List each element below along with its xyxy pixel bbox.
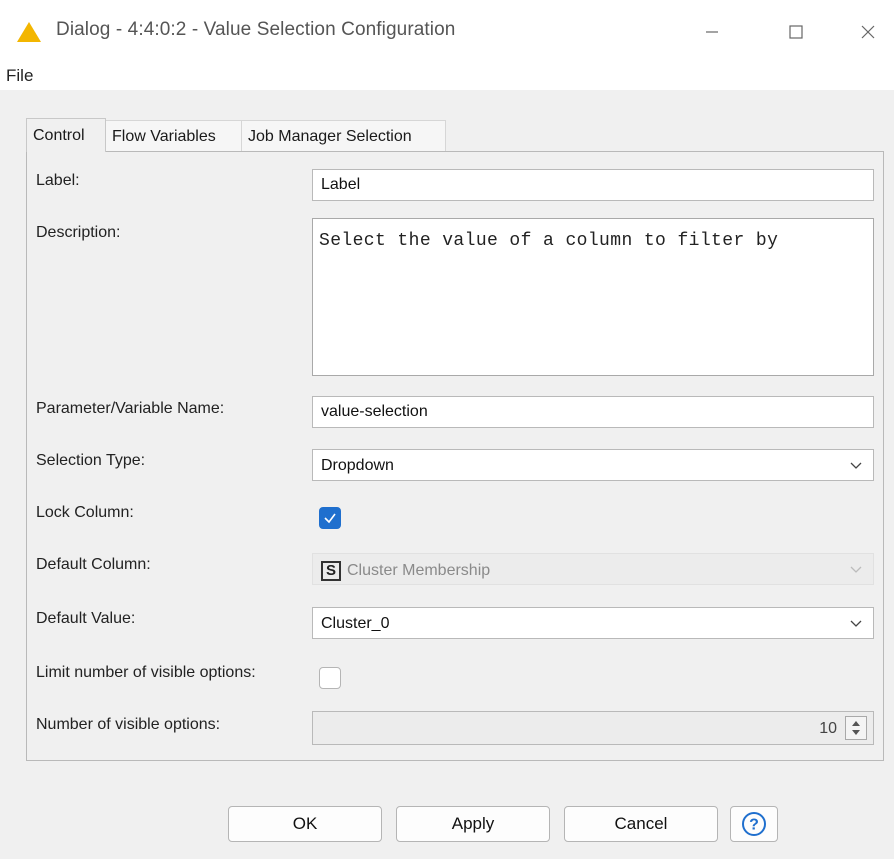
close-icon [861, 25, 875, 39]
selection-type-value: Dropdown [321, 457, 394, 474]
lock-column-checkbox[interactable] [319, 507, 341, 529]
visible-options-spinner[interactable]: 10 [312, 711, 874, 745]
spinner-up-down-icon [852, 721, 860, 735]
cancel-button[interactable]: Cancel [564, 806, 718, 842]
default-value-value: Cluster_0 [321, 615, 390, 632]
tab-job-manager-selection[interactable]: Job Manager Selection [242, 120, 446, 152]
tab-flow-variables-label: Flow Variables [112, 127, 216, 145]
chevron-down-icon [850, 462, 862, 469]
selection-type-dropdown[interactable]: Dropdown [312, 449, 874, 481]
ok-button[interactable]: OK [228, 806, 382, 842]
parameter-name-label: Parameter/Variable Name: [36, 400, 225, 417]
apply-button-label: Apply [451, 814, 495, 833]
limit-visible-label: Limit number of visible options: [36, 664, 256, 681]
close-button[interactable] [846, 14, 890, 50]
minimize-icon [706, 31, 718, 33]
default-column-label: Default Column: [36, 556, 151, 573]
description-textarea[interactable]: Select the value of a column to filter b… [312, 218, 874, 376]
chevron-down-icon [850, 566, 862, 573]
warning-icon [17, 22, 41, 42]
tab-job-manager-selection-label: Job Manager Selection [248, 127, 412, 145]
label-input[interactable]: Label [312, 169, 874, 201]
string-type-icon: S [321, 561, 341, 581]
label-input-value: Label [321, 176, 361, 193]
selection-type-label: Selection Type: [36, 452, 146, 469]
default-value-dropdown[interactable]: Cluster_0 [312, 607, 874, 639]
window-title: Dialog - 4:4:0:2 - Value Selection Confi… [56, 19, 456, 40]
minimize-button[interactable] [690, 14, 734, 50]
maximize-icon [789, 25, 803, 39]
description-label: Description: [36, 224, 121, 241]
apply-button[interactable]: Apply [396, 806, 550, 842]
description-value: Select the value of a column to filter b… [319, 231, 779, 251]
tab-control-label: Control [33, 126, 85, 144]
menu-file[interactable]: File [6, 66, 33, 86]
spinner-arrows[interactable] [845, 716, 867, 740]
svg-text:?: ? [749, 817, 759, 834]
default-column-dropdown[interactable]: S Cluster Membership [312, 553, 874, 585]
default-value-label: Default Value: [36, 610, 136, 627]
checkmark-icon [324, 513, 336, 524]
ok-button-label: OK [292, 814, 318, 833]
question-circle-icon: ? [742, 812, 766, 836]
visible-options-value: 10 [819, 720, 837, 737]
parameter-name-input[interactable]: value-selection [312, 396, 874, 428]
cancel-button-label: Cancel [614, 814, 668, 833]
tab-control[interactable]: Control [26, 118, 106, 152]
label-field-label: Label: [36, 172, 80, 189]
title-bar: Dialog - 4:4:0:2 - Value Selection Confi… [0, 0, 894, 64]
visible-options-label: Number of visible options: [36, 716, 221, 733]
menu-bar: File [0, 64, 894, 90]
chevron-down-icon [850, 620, 862, 627]
maximize-button[interactable] [774, 14, 818, 50]
help-button[interactable]: ? [730, 806, 778, 842]
default-column-value: Cluster Membership [347, 562, 491, 580]
parameter-name-value: value-selection [321, 403, 428, 420]
lock-column-label: Lock Column: [36, 504, 134, 521]
limit-visible-checkbox[interactable] [319, 667, 341, 689]
tab-flow-variables[interactable]: Flow Variables [106, 120, 242, 152]
